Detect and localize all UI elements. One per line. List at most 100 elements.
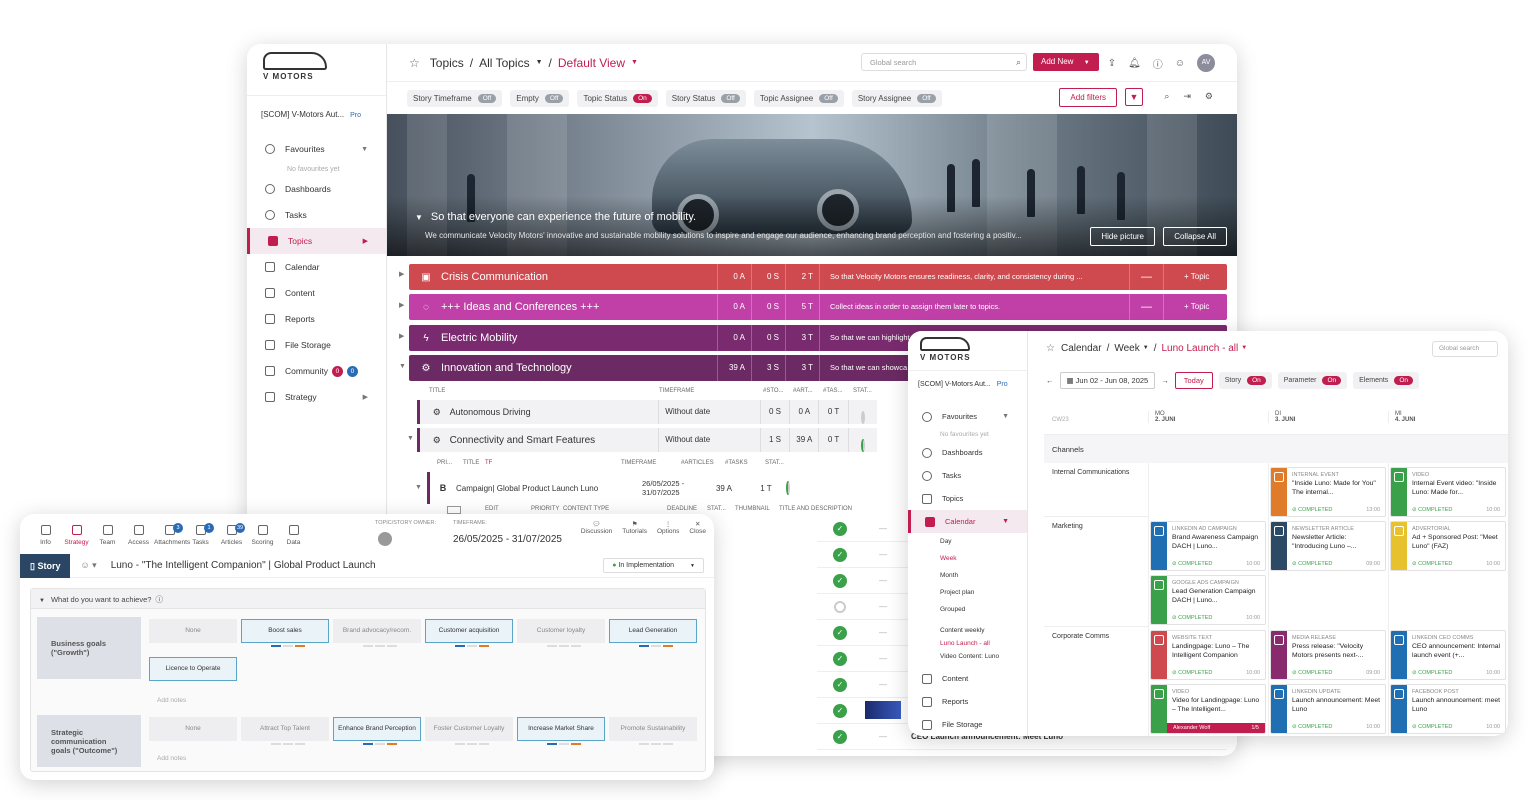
tab-data[interactable]: Data [278, 525, 309, 552]
info-icon[interactable]: ⓘ [1153, 56, 1163, 71]
sidebar-item-reports[interactable]: Reports [247, 306, 386, 332]
chevron-right-icon[interactable]: ▶ [399, 270, 404, 278]
options-button[interactable]: ⋮ Options [657, 520, 679, 535]
calendar-card[interactable]: WEBSITE TEXT Landingpage: Luno – The Inte… [1150, 630, 1266, 680]
share-icon[interactable]: ⇪ [1108, 58, 1116, 69]
star-icon[interactable]: ☆ [409, 56, 420, 70]
sidebar-item-content[interactable]: Content [247, 280, 386, 306]
view-video-content[interactable]: Video Content: Luno [908, 650, 1027, 663]
arrow-left-icon[interactable]: ← [1046, 376, 1054, 385]
filter-topic-status[interactable]: Topic Status On [577, 89, 658, 107]
sidebar-item-calendar[interactable]: Calendar ▼ [908, 510, 1027, 533]
calendar-card[interactable]: VIDEO Video for Landingpage: Luno – The I… [1150, 684, 1266, 734]
add-notes-business[interactable]: Add notes [157, 697, 186, 704]
toggle-elements[interactable]: Elements On [1353, 371, 1419, 389]
user-icon[interactable]: ☺ [1175, 58, 1185, 69]
goal-option[interactable]: Enhance Brand Perception [333, 717, 421, 741]
goal-option[interactable]: Brand advocacy/recom. [333, 619, 421, 643]
arrow-right-icon[interactable]: → [1161, 376, 1169, 385]
star-icon[interactable]: ☆ [1046, 343, 1055, 354]
tab-strategy[interactable]: Strategy [61, 525, 92, 552]
toggle-parameter[interactable]: Parameter On [1277, 371, 1348, 389]
view-luno-launch-all[interactable]: Luno Launch - all [908, 637, 1027, 650]
goals-header[interactable]: ▼ What do you want to achieve? ⓘ [31, 589, 705, 609]
calendar-grouped[interactable]: Grouped [908, 601, 1027, 618]
chevron-down-icon[interactable]: ▼ [1241, 345, 1247, 351]
sidebar-item-strategy[interactable]: Strategy ▶ [247, 384, 386, 410]
topic-row[interactable]: ▣ Crisis Communication 0 A0 S2 T So that … [409, 264, 1227, 290]
calendar-project-plan[interactable]: Project plan [908, 584, 1027, 601]
close-button[interactable]: ✕ Close [689, 520, 706, 535]
filter-topic-assignee[interactable]: Topic Assignee Off [753, 89, 844, 107]
calendar-card[interactable]: FACEBOOK POST Launch announcement: meet L… [1390, 684, 1506, 734]
sidebar-item-calendar[interactable]: Calendar [247, 254, 386, 280]
chevron-right-icon[interactable]: ▶ [399, 301, 404, 309]
chevron-down-icon[interactable]: ▼ [415, 213, 423, 222]
goal-option[interactable]: None [149, 619, 237, 643]
add-topic-button[interactable]: + Topic [1163, 294, 1227, 320]
sidebar-item-topics[interactable]: Topics [908, 487, 1027, 510]
search-input[interactable]: Global search ⌕ [861, 53, 1027, 71]
calendar-card[interactable]: GOOGLE ADS CAMPAIGN Lead Generation Campa… [1150, 575, 1266, 625]
avatar[interactable]: AV [1197, 54, 1215, 72]
chevron-right-icon[interactable]: ▶ [399, 332, 404, 340]
settings-icon[interactable]: ⚙ [1205, 91, 1213, 102]
sidebar-item-dashboards[interactable]: Dashboards [908, 441, 1027, 464]
calendar-day[interactable]: Day [908, 533, 1027, 550]
calendar-card[interactable]: LINKEDIN UPDATE Launch announcement: Meet… [1270, 684, 1386, 734]
goal-option[interactable]: Customer loyalty [517, 619, 605, 643]
toggle-story[interactable]: Story On [1218, 371, 1272, 389]
view-selector[interactable]: Default View [558, 56, 625, 70]
view-content-weekly[interactable]: Content weekly [908, 624, 1027, 637]
goal-option[interactable]: None [149, 717, 237, 741]
calendar-card[interactable]: INTERNAL EVENT "Inside Luno: Made for You… [1270, 467, 1386, 517]
sidebar-item-tasks[interactable]: Tasks [908, 464, 1027, 487]
view-selector[interactable]: Luno Launch - all [1161, 343, 1238, 354]
sidebar-item-favourites[interactable]: Favourites ▼ [247, 136, 386, 162]
goal-option[interactable]: Lead Generation [609, 619, 697, 643]
filter-story-assignee[interactable]: Story Assignee Off [851, 89, 942, 107]
chevron-down-icon[interactable]: ▼ [415, 484, 422, 491]
calendar-card[interactable]: LINKEDIN CEO COMMS CEO announcement: Inte… [1390, 630, 1506, 680]
subtopic-row[interactable]: ⚙ Autonomous Driving Without date 0 S 0 … [417, 400, 877, 424]
tab-access[interactable]: Access [123, 525, 154, 552]
add-filters-button[interactable]: Add filters [1059, 88, 1117, 107]
sidebar-item-tasks[interactable]: Tasks [247, 202, 386, 228]
sidebar-item-favourites[interactable]: Favourites ▼ [908, 405, 1027, 428]
subtopic-row[interactable]: ⚙ Connectivity and Smart Features Withou… [417, 428, 877, 452]
emoji-icon[interactable]: ☺ ▾ [80, 560, 96, 571]
tab-scoring[interactable]: Scoring [247, 525, 278, 552]
goal-option[interactable]: Attract Top Talent [241, 717, 329, 741]
checkbox[interactable] [447, 506, 461, 514]
breadcrumb-all-topics[interactable]: All Topics [479, 56, 529, 70]
calendar-card[interactable]: VIDEO Internal Event video: "Inside Luno:… [1390, 467, 1506, 517]
sidebar-item-community[interactable]: Community 0 0 [247, 358, 386, 384]
sidebar-item-reports[interactable]: Reports [908, 690, 1027, 713]
bell-icon[interactable]: 🔔︎ [1128, 58, 1141, 69]
topic-row[interactable]: ◌ +++ Ideas and Conferences +++ 0 A0 S5 T… [409, 294, 1227, 320]
search-input[interactable]: Global search [1432, 341, 1498, 357]
tab-info[interactable]: Info [30, 525, 61, 552]
goal-option[interactable]: Promote Sustainability [609, 717, 697, 741]
sidebar-item-file-storage[interactable]: File Storage [908, 713, 1027, 736]
chevron-down-icon[interactable]: ▼ [631, 59, 638, 66]
breadcrumb-calendar[interactable]: Calendar [1061, 343, 1102, 354]
goal-option[interactable]: Boost sales [241, 619, 329, 643]
export-icon[interactable]: ⇥ [1183, 91, 1191, 102]
project-selector[interactable]: [SCOM] V-Motors Aut... Pro [908, 371, 1027, 405]
goal-option[interactable]: Customer acquisition [425, 619, 513, 643]
calendar-card[interactable]: ADVERTORIAL Ad + Sponsored Post: "Meet Lu… [1390, 521, 1506, 571]
chevron-down-icon[interactable]: ▼ [1143, 345, 1149, 351]
sidebar-item-content[interactable]: Content [908, 667, 1027, 690]
story-title[interactable]: Luno - "The Intelligent Companion" | Glo… [111, 560, 376, 571]
collapse-all-button[interactable]: Collapse All [1163, 227, 1227, 246]
calendar-card[interactable]: LINKEDIN AD CAMPAIGN Brand Awareness Camp… [1150, 521, 1266, 571]
filter-empty[interactable]: Empty Off [510, 89, 570, 107]
sidebar-item-topics[interactable]: Topics ▶ [247, 228, 386, 254]
filter-story-status[interactable]: Story Status Off [665, 89, 746, 107]
filter-story-timeframe[interactable]: Story Timeframe Off [407, 89, 503, 107]
filter-icon[interactable]: ▼ [1125, 88, 1143, 106]
breadcrumb-week[interactable]: Week [1114, 343, 1139, 354]
project-selector[interactable]: [SCOM] V-Motors Aut... Pro [247, 96, 386, 136]
chevron-down-icon[interactable]: ▼ [536, 59, 543, 66]
